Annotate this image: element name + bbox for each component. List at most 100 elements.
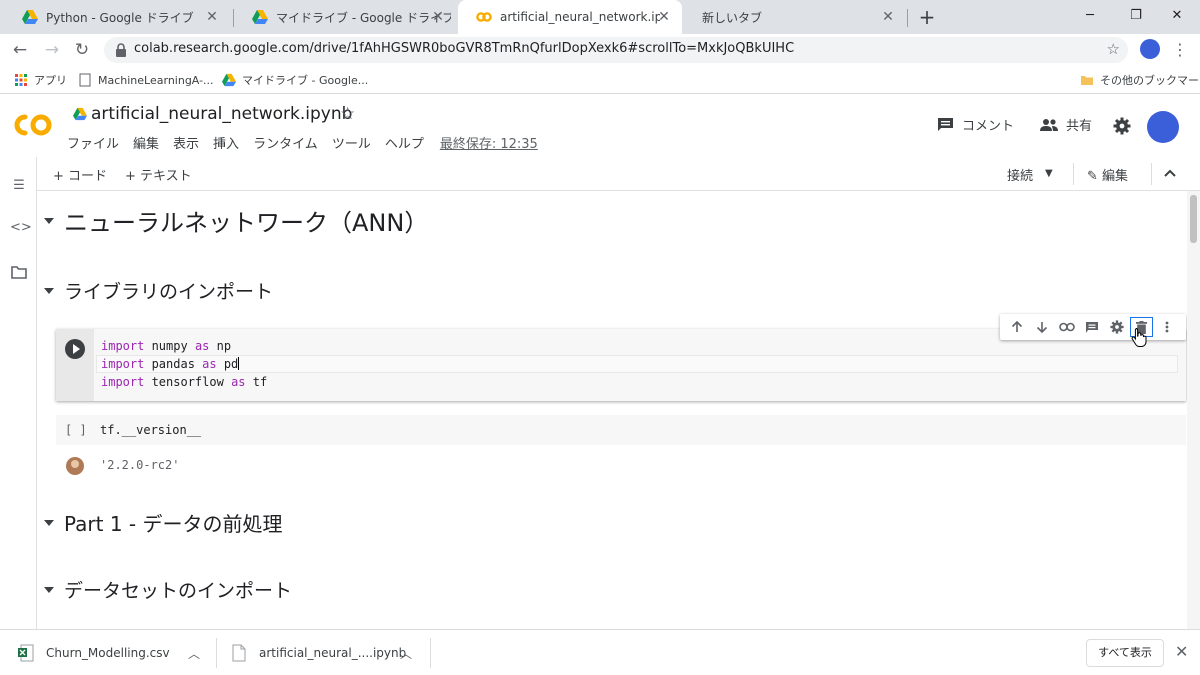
window-close-icon[interactable]: ✕ xyxy=(1165,4,1189,28)
download-item-ipynb[interactable]: artificial_neural_....ipynb ︿ xyxy=(232,642,422,664)
code-alias: tf xyxy=(245,375,268,389)
comment-button[interactable]: コメント xyxy=(937,115,1014,134)
lock-icon xyxy=(116,43,126,57)
add-comment-icon[interactable] xyxy=(1079,316,1104,338)
star-icon[interactable]: ☆ xyxy=(340,104,355,124)
tab-notebook[interactable]: artificial_neural_network.ipynb - C ✕ xyxy=(458,0,682,34)
add-text-button[interactable]: + テキスト xyxy=(125,165,192,184)
collapse-caret-icon[interactable] xyxy=(44,519,54,526)
minimize-icon[interactable]: ─ xyxy=(1078,4,1102,28)
menu-file[interactable]: ファイル xyxy=(67,133,119,152)
folder-icon xyxy=(1081,76,1093,85)
back-arrow-icon[interactable]: ← xyxy=(8,38,32,62)
collapse-caret-icon[interactable] xyxy=(44,287,54,294)
collapse-caret-icon[interactable] xyxy=(44,217,54,224)
reload-icon[interactable]: ↻ xyxy=(70,38,94,62)
code-line[interactable]: import pandas as pd xyxy=(101,357,240,371)
new-tab-button[interactable]: + xyxy=(915,5,939,29)
cell-settings-gear-icon[interactable] xyxy=(1104,316,1129,338)
share-button[interactable]: 共有 xyxy=(1040,115,1092,134)
last-saved-link[interactable]: 最終保存: 12:35 xyxy=(440,133,538,152)
colab-icon xyxy=(476,12,492,22)
code-snippets-icon[interactable]: <> xyxy=(10,219,32,237)
menu-tools[interactable]: ツール xyxy=(332,133,371,152)
heading-text: ニューラルネットワーク（ANN） xyxy=(64,209,429,237)
user-avatar[interactable] xyxy=(1147,111,1179,143)
code-module: numpy xyxy=(144,339,195,353)
folder-icon[interactable] xyxy=(10,263,28,281)
scrollbar-thumb[interactable] xyxy=(1190,195,1197,243)
menu-insert[interactable]: 挿入 xyxy=(213,133,239,152)
show-all-downloads-button[interactable]: すべて表示 xyxy=(1086,639,1164,667)
code-line[interactable]: import tensorflow as tf xyxy=(101,375,267,389)
code-keyword: import xyxy=(101,339,145,353)
apps-grid-icon xyxy=(15,74,27,86)
run-cell-brackets[interactable]: [ ] xyxy=(65,423,87,437)
vertical-scrollbar[interactable] xyxy=(1187,191,1200,629)
edit-mode-button[interactable]: ✎ 編集 xyxy=(1087,165,1128,184)
tab-python-drive[interactable]: Python - Google ドライブ ✕ xyxy=(4,0,230,34)
download-item-csv[interactable]: Churn_Modelling.csv ︿ xyxy=(18,642,208,664)
collapse-chevron-up-icon[interactable] xyxy=(1164,169,1176,177)
section-heading: ニューラルネットワーク（ANN） xyxy=(37,203,428,238)
page-icon xyxy=(79,73,91,87)
collapse-caret-icon[interactable] xyxy=(44,586,54,593)
table-of-contents-icon[interactable]: ☰ xyxy=(10,177,28,195)
code-cell[interactable]: [ ] tf.__version__ xyxy=(56,415,1186,445)
close-download-bar-icon[interactable]: ✕ xyxy=(1175,642,1188,661)
download-options-chevron-icon[interactable]: ︿ xyxy=(188,645,200,662)
tab-new-tab[interactable]: 新しいタブ ✕ xyxy=(684,0,906,34)
add-code-button[interactable]: + コード xyxy=(53,165,107,184)
heading-text: Part 1 - データの前処理 xyxy=(64,512,283,536)
close-tab-icon[interactable]: ✕ xyxy=(204,9,220,25)
close-tab-icon[interactable]: ✕ xyxy=(430,9,446,25)
code-module: tensorflow xyxy=(144,375,232,389)
close-tab-icon[interactable]: ✕ xyxy=(656,9,672,25)
link-icon[interactable] xyxy=(1054,316,1079,338)
toolbar-divider xyxy=(1073,163,1074,185)
cell-toolbar xyxy=(1000,314,1186,340)
menu-runtime[interactable]: ランタイム xyxy=(253,133,318,152)
notebook-toolbar: + コード + テキスト 接続 ▼ ✎ 編集 xyxy=(37,157,1200,191)
restore-icon[interactable]: ❐ xyxy=(1124,4,1148,28)
heading-text: ライブラリのインポート xyxy=(64,281,274,303)
bookmark-my-drive[interactable]: マイドライブ - Google... xyxy=(222,71,368,89)
code-alias: pd xyxy=(216,357,239,371)
browser-menu-icon[interactable]: ⋮ xyxy=(1170,38,1190,62)
colab-logo[interactable] xyxy=(12,111,54,139)
tab-my-drive[interactable]: マイドライブ - Google ドライブ ✕ xyxy=(234,0,456,34)
close-tab-icon[interactable]: ✕ xyxy=(880,9,896,25)
code-line[interactable]: import numpy as np xyxy=(101,339,231,353)
bookmark-machine-learning[interactable]: MachineLearningA-... xyxy=(78,71,214,89)
notebook-title[interactable]: artificial_neural_network.ipynb xyxy=(91,104,352,124)
menu-help[interactable]: ヘルプ xyxy=(385,133,424,152)
download-filename: artificial_neural_....ipynb xyxy=(259,646,407,660)
code-line[interactable]: tf.__version__ xyxy=(100,423,201,437)
menu-edit[interactable]: 編集 xyxy=(133,133,159,152)
menu-view[interactable]: 表示 xyxy=(173,133,199,152)
bookmark-apps[interactable]: アプリ xyxy=(14,71,67,89)
url-text: colab.research.google.com/drive/1fAhHGSW… xyxy=(134,41,795,56)
connect-dropdown-icon[interactable]: ▼ xyxy=(1045,168,1053,179)
move-down-icon[interactable] xyxy=(1029,316,1054,338)
forward-arrow-icon[interactable]: → xyxy=(40,38,64,62)
profile-avatar[interactable] xyxy=(1140,39,1160,59)
bookmark-star-icon[interactable]: ☆ xyxy=(1107,40,1120,58)
notebook-content: ニューラルネットワーク（ANN） ライブラリのインポート import nump… xyxy=(37,191,1187,629)
download-options-chevron-icon[interactable]: ︿ xyxy=(400,645,412,662)
share-label: 共有 xyxy=(1066,119,1093,134)
pencil-icon: ✎ xyxy=(1087,169,1098,184)
google-drive-icon xyxy=(73,107,87,121)
bookmark-other[interactable]: その他のブックマーク xyxy=(1080,71,1200,89)
move-up-icon[interactable] xyxy=(1004,316,1029,338)
bookmark-label: アプリ xyxy=(34,74,67,87)
address-bar[interactable]: colab.research.google.com/drive/1fAhHGSW… xyxy=(104,37,1128,63)
comment-icon xyxy=(938,118,953,131)
text-cursor xyxy=(238,357,240,370)
connect-button[interactable]: 接続 xyxy=(1007,165,1033,184)
gear-icon[interactable] xyxy=(1113,117,1131,135)
cell-output: '2.2.0-rc2' xyxy=(100,458,180,472)
run-cell-button[interactable] xyxy=(65,339,85,359)
more-options-icon[interactable] xyxy=(1154,316,1179,338)
output-avatar xyxy=(66,457,84,475)
